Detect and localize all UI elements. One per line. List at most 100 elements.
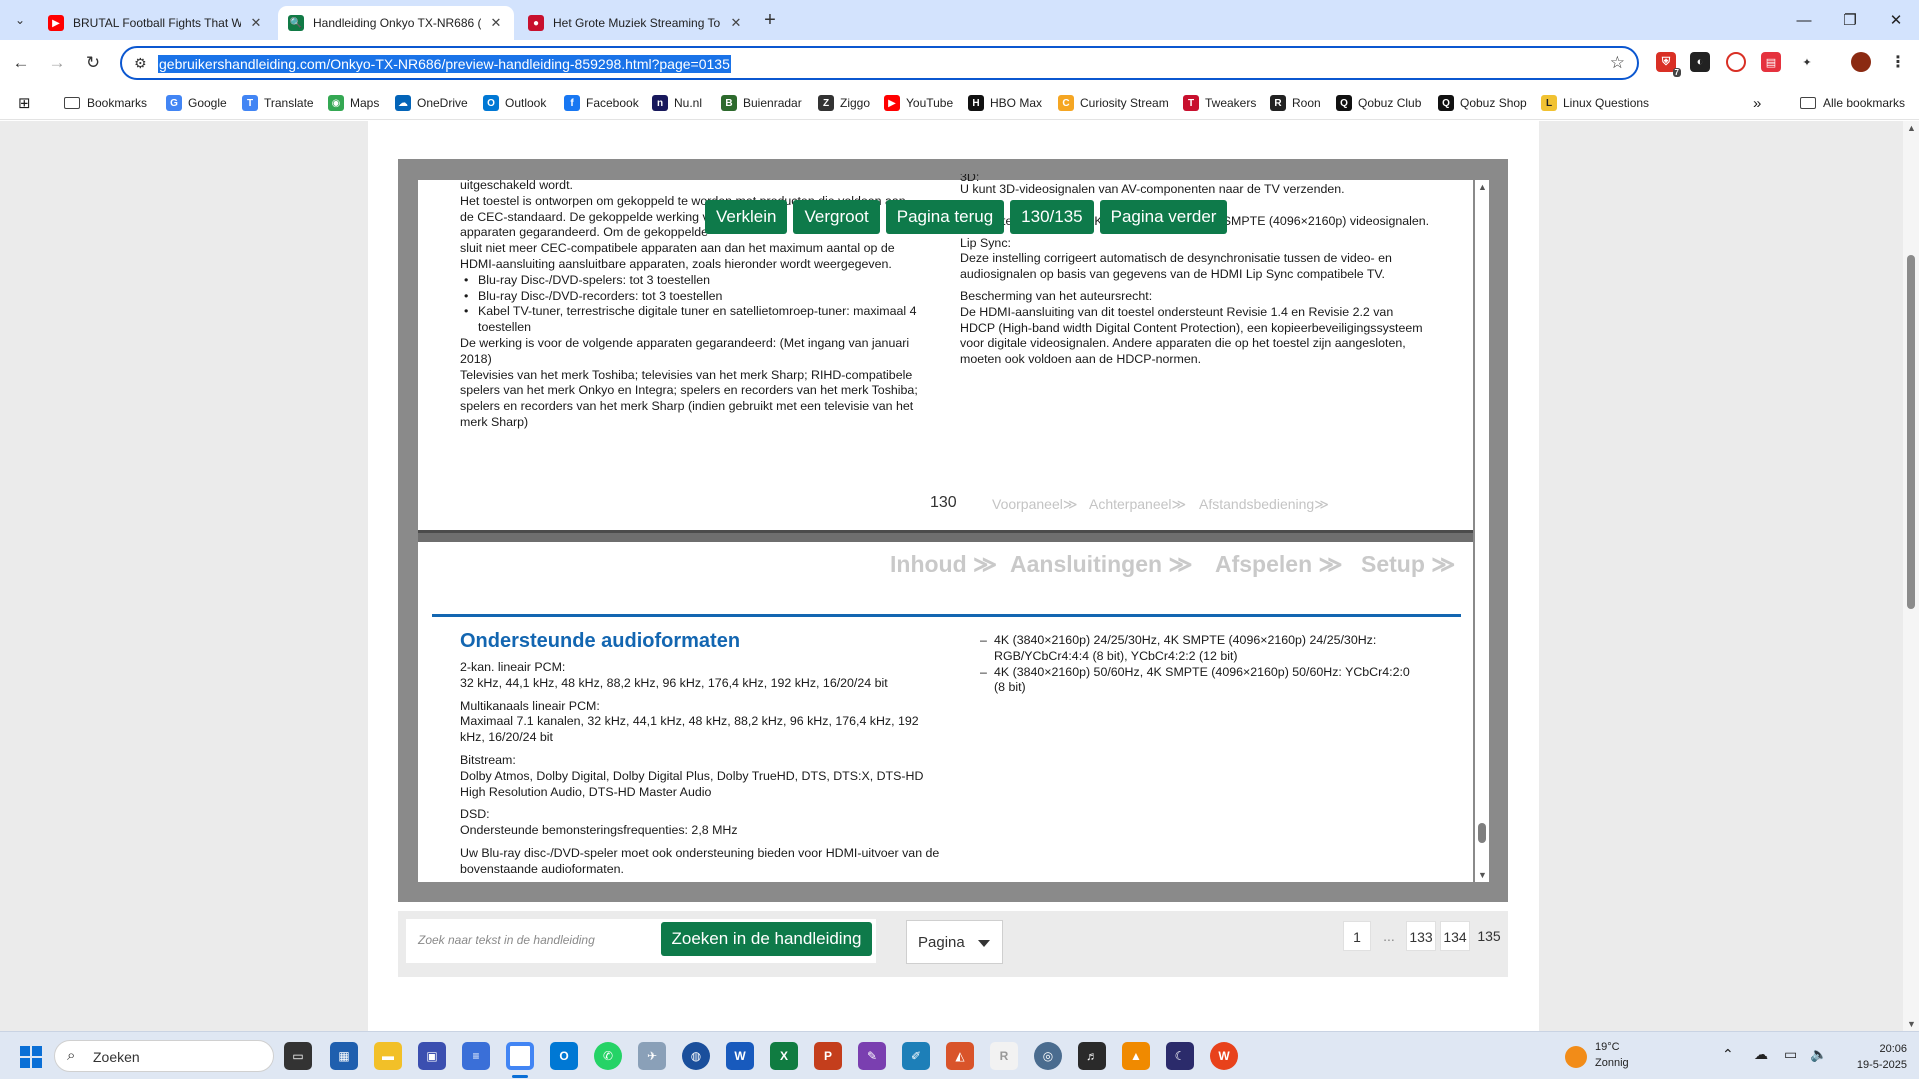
bookmark-nunl[interactable]: n Nu.nl	[652, 94, 702, 112]
nav-afspelen[interactable]: Afspelen ≫	[1215, 551, 1343, 578]
bookmark-linux-questions[interactable]: L Linux Questions	[1541, 94, 1649, 112]
extension-circle-icon[interactable]	[1726, 52, 1746, 72]
weather-state[interactable]: Zonnig	[1595, 1057, 1629, 1069]
scroll-thumb[interactable]	[1907, 255, 1915, 609]
page-select[interactable]: Pagina	[906, 920, 1003, 964]
globe-app-icon[interactable]: ◎	[1034, 1042, 1062, 1070]
menu-kebab-icon[interactable]: ⋮	[1888, 52, 1908, 72]
close-window-button[interactable]: ✕	[1873, 0, 1919, 40]
extensions-puzzle-icon[interactable]: ✦	[1797, 52, 1817, 72]
link-frontpanel[interactable]: Voorpaneel≫	[992, 496, 1078, 513]
bookmark-translate[interactable]: T Translate	[242, 94, 314, 112]
save-app-icon[interactable]: ▣	[418, 1042, 446, 1070]
bookmark-google[interactable]: G Google	[166, 94, 227, 112]
onedrive-icon[interactable]: ☁	[1754, 1046, 1768, 1063]
task-view-icon[interactable]: ▭	[284, 1042, 312, 1070]
extension-shield-icon[interactable]: ⛨ 7	[1656, 52, 1681, 77]
bookmark-facebook[interactable]: f Facebook	[564, 94, 639, 112]
chrome-icon[interactable]	[506, 1042, 534, 1070]
media-app-icon[interactable]: ☾	[1166, 1042, 1194, 1070]
previous-page-button[interactable]: Pagina terug	[885, 200, 1005, 234]
bookmark-tweakers[interactable]: T Tweakers	[1183, 94, 1256, 112]
weather-temp[interactable]: 19°C	[1595, 1041, 1620, 1053]
design-app-icon[interactable]: ◭	[946, 1042, 974, 1070]
scroll-thumb[interactable]	[1478, 823, 1486, 843]
page-link-134[interactable]: 134	[1440, 921, 1470, 951]
page-link-133[interactable]: 133	[1406, 921, 1436, 951]
all-bookmarks[interactable]: Alle bookmarks	[1800, 94, 1905, 112]
tab-youtube[interactable]: ▶ BRUTAL Football Fights That W ✕	[38, 6, 274, 40]
windows-start-icon[interactable]	[20, 1046, 42, 1068]
vlc-icon[interactable]: ▲	[1122, 1042, 1150, 1070]
extension-mask-icon[interactable]: ◐	[1690, 52, 1710, 72]
apps-grid-icon[interactable]: ⊞	[18, 94, 31, 112]
site-info-icon[interactable]: ⚙	[134, 55, 147, 72]
close-icon[interactable]: ✕	[248, 15, 264, 31]
tray-chevron-icon[interactable]: ⌃	[1722, 1046, 1734, 1063]
extension-pdf-icon[interactable]: ▤	[1761, 52, 1781, 72]
bookmark-maps[interactable]: ◉ Maps	[328, 94, 379, 112]
bookmark-folder-bookmarks[interactable]: Bookmarks	[64, 94, 147, 112]
sketch-app-icon[interactable]: ✐	[902, 1042, 930, 1070]
back-button[interactable]: ←	[6, 48, 36, 78]
excel-icon[interactable]: X	[770, 1042, 798, 1070]
file-explorer-icon[interactable]: ▬	[374, 1042, 402, 1070]
bookmark-star-icon[interactable]: ☆	[1610, 53, 1625, 73]
profile-avatar[interactable]	[1851, 52, 1871, 72]
close-icon[interactable]: ✕	[488, 15, 504, 31]
next-page-button[interactable]: Pagina verder	[1099, 200, 1228, 234]
scroll-down-icon[interactable]: ▼	[1907, 1019, 1916, 1029]
scroll-up-icon[interactable]: ▲	[1907, 123, 1916, 133]
display-icon[interactable]: ▭	[1784, 1046, 1797, 1063]
taskbar-search[interactable]: ⌕ Zoeken	[54, 1040, 274, 1072]
search-button[interactable]: Zoeken in de handleiding	[661, 922, 872, 956]
link-remote[interactable]: Afstandsbediening≫	[1199, 496, 1329, 513]
roon-icon[interactable]: R	[990, 1042, 1018, 1070]
sun-icon[interactable]	[1565, 1046, 1587, 1068]
restore-button[interactable]: ❐	[1827, 0, 1873, 40]
bookmark-hbomax[interactable]: H HBO Max	[968, 94, 1042, 112]
page-link-135[interactable]: 135	[1474, 921, 1504, 951]
word-icon[interactable]: W	[726, 1042, 754, 1070]
tab-streaming[interactable]: ● Het Grote Muziek Streaming To ✕	[518, 6, 754, 40]
url-text[interactable]: gebruikershandleiding.com/Onkyo-TX-NR686…	[158, 55, 731, 73]
bookmark-outlook[interactable]: O Outlook	[483, 94, 546, 112]
bookmark-curiosity[interactable]: C Curiosity Stream	[1058, 94, 1169, 112]
whatsapp-icon[interactable]: ✆	[594, 1042, 622, 1070]
page-link-1[interactable]: 1	[1343, 921, 1371, 951]
document-scrollbar[interactable]: ▲ ▼	[1475, 180, 1489, 882]
outlook-icon[interactable]: O	[550, 1042, 578, 1070]
nav-setup[interactable]: Setup ≫	[1361, 551, 1455, 578]
vpn-app-icon[interactable]: ◍	[682, 1042, 710, 1070]
tab-search-icon[interactable]: ⌄	[8, 8, 32, 32]
bookmark-youtube[interactable]: ▶ YouTube	[884, 94, 953, 112]
close-icon[interactable]: ✕	[728, 15, 744, 31]
bookmark-ziggo[interactable]: Z Ziggo	[818, 94, 870, 112]
reload-button[interactable]: ↻	[78, 48, 108, 78]
zoom-out-button[interactable]: Verklein	[705, 200, 788, 234]
bookmarks-overflow-icon[interactable]: »	[1753, 94, 1761, 112]
bookmark-qobuz-club[interactable]: Q Qobuz Club	[1336, 94, 1421, 112]
paint-app-icon[interactable]: ✎	[858, 1042, 886, 1070]
bookmark-buienradar[interactable]: B Buienradar	[721, 94, 802, 112]
minimize-button[interactable]: —	[1781, 0, 1827, 40]
nav-inhoud[interactable]: Inhoud ≫	[890, 551, 997, 578]
volume-icon[interactable]: 🔈	[1810, 1046, 1827, 1063]
address-bar[interactable]: ⚙ gebruikershandleiding.com/Onkyo-TX-NR6…	[120, 46, 1639, 80]
bookmark-qobuz-shop[interactable]: Q Qobuz Shop	[1438, 94, 1527, 112]
tab-manual[interactable]: 🔍 Handleiding Onkyo TX-NR686 ( ✕	[278, 6, 514, 40]
link-rearpanel[interactable]: Achterpaneel≫	[1089, 496, 1186, 513]
scroll-down-icon[interactable]: ▼	[1478, 870, 1487, 880]
notes-app-icon[interactable]: ≡	[462, 1042, 490, 1070]
page-scrollbar[interactable]: ▲ ▼	[1903, 121, 1919, 1031]
store-icon[interactable]: ▦	[330, 1042, 358, 1070]
bookmark-onedrive[interactable]: ☁ OneDrive	[395, 94, 468, 112]
forward-button[interactable]: →	[42, 48, 72, 78]
zoom-in-button[interactable]: Vergroot	[793, 200, 880, 234]
nav-aansluitingen[interactable]: Aansluitingen ≫	[1010, 551, 1193, 578]
plane-app-icon[interactable]: ✈	[638, 1042, 666, 1070]
audio-app-icon[interactable]: ♬	[1078, 1042, 1106, 1070]
tweakers-app-icon[interactable]: W	[1210, 1042, 1238, 1070]
clock[interactable]: 20:06 19-5-2025	[1857, 1041, 1907, 1073]
scroll-up-icon[interactable]: ▲	[1478, 182, 1487, 192]
